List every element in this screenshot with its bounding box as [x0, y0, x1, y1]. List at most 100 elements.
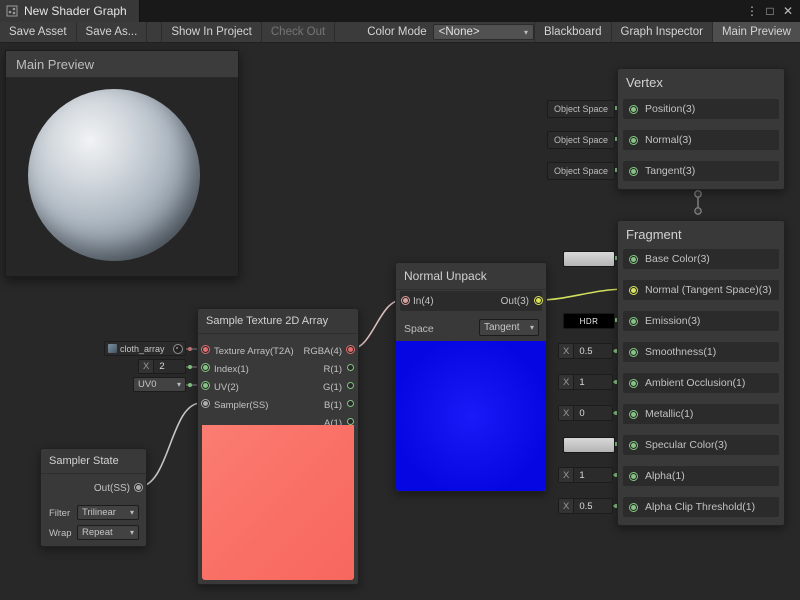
vertex-node-title: Vertex: [618, 69, 784, 96]
main-preview-toggle[interactable]: Main Preview: [712, 22, 800, 42]
port-position[interactable]: [629, 105, 638, 114]
main-preview-window: Main Preview: [5, 50, 239, 277]
port-base-color[interactable]: [629, 255, 638, 264]
fragment-row-base-color: Base Color(3): [623, 249, 779, 269]
port-index-in[interactable]: [201, 363, 210, 372]
main-preview-title: Main Preview: [16, 57, 94, 72]
port-r-out[interactable]: [347, 364, 354, 371]
uv-channel-dropdown[interactable]: UV0 ▾: [133, 377, 186, 392]
object-space-dropdown-normal[interactable]: Object Space: [547, 131, 615, 149]
color-mode-value: <None>: [439, 26, 480, 38]
blackboard-toggle[interactable]: Blackboard: [534, 22, 611, 42]
window-titlebar: New Shader Graph ⋮ □ ✕: [0, 0, 800, 22]
main-preview-viewport[interactable]: [6, 78, 238, 275]
fragment-node[interactable]: Fragment Base Color(3) Normal (Tangent S…: [617, 220, 785, 526]
port-uv-in[interactable]: [201, 381, 210, 390]
color-mode-label: Color Mode: [335, 22, 432, 42]
object-picker-icon[interactable]: [173, 344, 183, 354]
fragment-row-metallic: Metallic(1): [623, 404, 779, 424]
sample-texture-title: Sample Texture 2D Array: [198, 309, 358, 334]
port-b-out[interactable]: [347, 400, 354, 407]
fragment-node-title: Fragment: [618, 221, 784, 248]
vertex-node[interactable]: Vertex Position(3) Normal(3) Tangent(3): [617, 68, 785, 190]
sample-texture-preview: [202, 425, 354, 580]
color-mode-dropdown[interactable]: <None> ▾: [433, 24, 534, 40]
object-space-dropdown-position[interactable]: Object Space: [547, 100, 615, 118]
texture-thumbnail-icon: [108, 344, 117, 353]
fragment-row-ambient-occlusion: Ambient Occlusion(1): [623, 373, 779, 393]
base-color-swatch[interactable]: [563, 251, 615, 267]
chevron-down-icon: ▾: [524, 28, 528, 37]
fragment-row-alpha-clip: Alpha Clip Threshold(1): [623, 497, 779, 517]
save-as-button[interactable]: Save As...: [77, 22, 148, 42]
alpha-field[interactable]: X1: [558, 467, 613, 483]
space-label: Space: [404, 323, 434, 335]
menu-icon[interactable]: ⋮: [744, 4, 760, 18]
specular-color-swatch[interactable]: [563, 437, 615, 453]
window-title: New Shader Graph: [24, 4, 127, 18]
vertex-row-normal: Normal(3): [623, 130, 779, 150]
chevron-down-icon: ▾: [530, 323, 534, 332]
save-asset-button[interactable]: Save Asset: [0, 22, 77, 42]
toolbar-toggles: Blackboard Graph Inspector Main Preview: [534, 22, 800, 42]
main-preview-header[interactable]: Main Preview: [6, 51, 238, 78]
show-in-project-button[interactable]: Show In Project: [161, 22, 262, 42]
sample-texture-2d-array-node[interactable]: Sample Texture 2D Array Texture Array(T2…: [197, 308, 359, 585]
close-icon[interactable]: ✕: [780, 4, 796, 18]
port-metallic[interactable]: [629, 410, 638, 419]
fragment-row-emission: Emission(3): [623, 311, 779, 331]
fragment-row-alpha: Alpha(1): [623, 466, 779, 486]
in4-label: In(4): [413, 296, 434, 307]
graph-inspector-toggle[interactable]: Graph Inspector: [611, 22, 712, 42]
port-tangent[interactable]: [629, 167, 638, 176]
port-normal-tangent-space[interactable]: [629, 286, 638, 295]
check-out-button[interactable]: Check Out: [262, 22, 335, 42]
chevron-down-icon: ▾: [130, 508, 134, 517]
object-space-dropdown-tangent[interactable]: Object Space: [547, 162, 615, 180]
sampler-state-title: Sampler State: [41, 449, 146, 474]
sampler-state-node[interactable]: Sampler State Out(SS) Filter Trilinear ▾…: [40, 448, 147, 547]
filter-dropdown[interactable]: Trilinear ▾: [77, 505, 139, 520]
preview-sphere: [28, 89, 200, 261]
tab-new-shader-graph[interactable]: New Shader Graph: [0, 0, 140, 22]
space-dropdown[interactable]: Tangent ▾: [479, 319, 539, 336]
port-unpack-in[interactable]: [401, 296, 410, 305]
port-ambient-occlusion[interactable]: [629, 379, 638, 388]
port-specular-color[interactable]: [629, 441, 638, 450]
maximize-icon[interactable]: □: [762, 4, 778, 18]
port-alpha-clip-threshold[interactable]: [629, 503, 638, 512]
shader-graph-icon: [6, 5, 18, 17]
metallic-field[interactable]: X0: [558, 405, 613, 421]
port-a-out[interactable]: [347, 418, 354, 425]
port-smoothness[interactable]: [629, 348, 638, 357]
chevron-down-icon: ▾: [177, 380, 181, 389]
vertex-row-tangent: Tangent(3): [623, 161, 779, 181]
port-sampler-in[interactable]: [201, 399, 210, 408]
chevron-down-icon: ▾: [130, 528, 134, 537]
port-g-out[interactable]: [347, 382, 354, 389]
index-value-field[interactable]: X 2: [138, 359, 186, 374]
port-alpha[interactable]: [629, 472, 638, 481]
port-emission[interactable]: [629, 317, 638, 326]
cloth-array-object-field[interactable]: cloth_array: [104, 341, 186, 356]
out3-label: Out(3): [501, 296, 529, 307]
alpha-clip-field[interactable]: X0.5: [558, 498, 613, 514]
port-sampler-out[interactable]: [134, 483, 143, 492]
port-vertex-normal[interactable]: [629, 136, 638, 145]
normal-unpack-preview: [396, 341, 546, 491]
fragment-row-normal: Normal (Tangent Space)(3): [623, 280, 779, 300]
emission-hdr-field[interactable]: HDR: [563, 313, 615, 329]
fragment-row-smoothness: Smoothness(1): [623, 342, 779, 362]
port-rgba-out[interactable]: [346, 345, 355, 354]
port-texture-array-in[interactable]: [201, 345, 210, 354]
fragment-row-specular-color: Specular Color(3): [623, 435, 779, 455]
normal-unpack-node[interactable]: Normal Unpack In(4) Out(3) Space Tangent…: [395, 262, 547, 492]
ambient-occlusion-field[interactable]: X1: [558, 374, 613, 390]
wrap-dropdown[interactable]: Repeat ▾: [77, 525, 139, 540]
vertex-row-position: Position(3): [623, 99, 779, 119]
graph-toolbar: Save Asset Save As... Show In Project Ch…: [0, 22, 800, 43]
port-unpack-out[interactable]: [534, 296, 543, 305]
window-controls: ⋮ □ ✕: [744, 0, 800, 22]
smoothness-field[interactable]: X0.5: [558, 343, 613, 359]
normal-unpack-title: Normal Unpack: [396, 263, 546, 290]
